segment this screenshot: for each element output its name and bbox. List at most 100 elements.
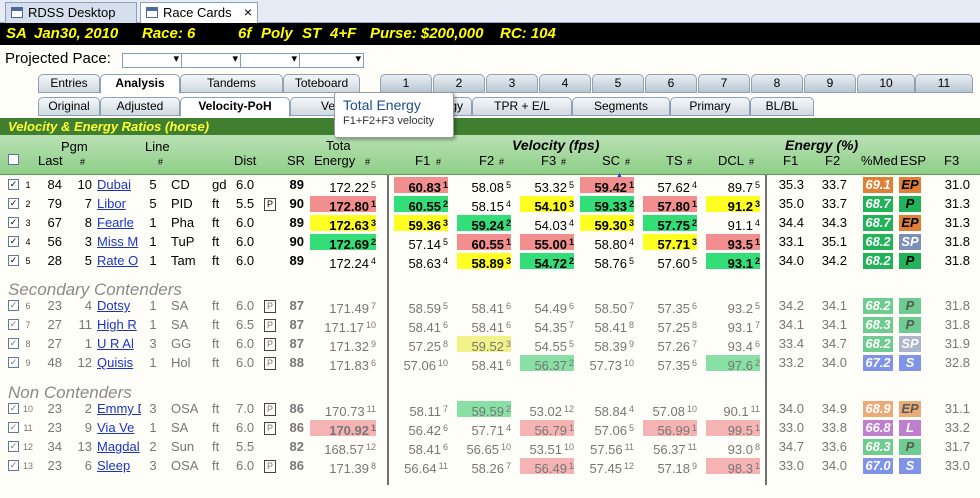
table-row[interactable]: ✓ 1 84 10 Dubai 5 CD gd 6.0 89 172.22 5 60.83 1 58.08 5…: [0, 176, 980, 195]
select-all-checkbox[interactable]: [8, 154, 19, 165]
tab-rdss-desktop[interactable]: RDSS Desktop: [5, 2, 137, 23]
row-checkbox[interactable]: ✓: [8, 338, 19, 349]
horse-name-link[interactable]: Via Ve: [97, 420, 141, 436]
med-cell: 68.3: [862, 317, 894, 333]
horse-name-link[interactable]: Fearle: [97, 215, 141, 231]
table-row[interactable]: ✓ 4 56 3 Miss M 1 TuP ft 6.0 90 172.69 2 57.14 5 60.55…: [0, 233, 980, 252]
tab-segments[interactable]: Segments: [572, 97, 670, 116]
row-checkbox[interactable]: ✓: [8, 403, 19, 414]
table-row[interactable]: ✓ 7 27 11 High R 1 SA ft 6.5 P 87 171.17 10 58.41 6 58.…: [0, 316, 980, 335]
tab-race-4[interactable]: 4: [539, 74, 591, 93]
row-checkbox[interactable]: ✓: [8, 300, 19, 311]
energy-f3-cell: 31.8: [938, 253, 970, 269]
cell-dist: 6.0: [236, 458, 255, 473]
rank: 11: [624, 442, 634, 452]
tab-race-5[interactable]: 5: [592, 74, 644, 93]
tab-tpr-el[interactable]: TPR + E/L: [472, 97, 572, 116]
tab-analysis[interactable]: Analysis: [100, 74, 180, 94]
med-value: 67.0: [863, 458, 893, 474]
tab-velocity-poh[interactable]: Velocity-PoH: [180, 97, 290, 117]
horse-name-link[interactable]: Libor: [97, 196, 141, 212]
horse-name-link[interactable]: Dubai: [97, 177, 141, 193]
tab-race-2[interactable]: 2: [433, 74, 485, 93]
table-row[interactable]: ✓ 5 28 5 Rate O 1 Tam ft 6.0 89 172.24 4 58.63 4 58.89…: [0, 252, 980, 271]
projected-pace-label: Projected Pace:: [5, 50, 111, 67]
horse-name-link[interactable]: Emmy D: [97, 401, 141, 417]
med-cell: 68.3: [862, 439, 894, 455]
tab-race-1[interactable]: 1: [380, 74, 432, 93]
tab-velocity-energy[interactable]: Ve: [290, 97, 340, 116]
horse-name-link[interactable]: High R: [97, 317, 141, 333]
row-checkbox[interactable]: ✓: [8, 236, 19, 247]
tab-race-10[interactable]: 10: [857, 74, 915, 93]
tab-toteboard[interactable]: Toteboard: [283, 74, 360, 93]
tab-race-6[interactable]: 6: [645, 74, 697, 93]
cell-line: 1: [149, 317, 157, 332]
track-cell: CD: [171, 177, 201, 193]
table-row[interactable]: ✓ 12 34 13 Magdal 2 Sun ft 5.5 82 168.57 12 58.41 6 56…: [0, 438, 980, 457]
row-checkbox[interactable]: ✓: [8, 319, 19, 330]
dcl-cell: 98.3 1: [706, 458, 760, 476]
row-checkbox[interactable]: ✓: [8, 460, 19, 471]
table-row[interactable]: ✓ 8 27 1 U R Al 3 GG ft 6.0 P 87 171.32 9 57.25 8 59.52…: [0, 335, 980, 354]
horse-name-link[interactable]: Dotsy: [97, 298, 141, 314]
table-row[interactable]: ✓ 11 23 9 Via Ve 1 SA ft 6.0 P 86 170.92 1 56.42 6 57.7…: [0, 419, 980, 438]
tab-race-11[interactable]: 11: [915, 74, 973, 93]
tab-bl-bl[interactable]: BL/BL: [750, 97, 814, 116]
cell-ts: 57.75: [657, 218, 690, 233]
pgm-cell: 6: [70, 458, 92, 474]
horse-name-link[interactable]: Quisis: [97, 355, 141, 371]
med-value: 68.7: [863, 215, 893, 231]
track-cell: OSA: [171, 401, 201, 417]
tab-race-3[interactable]: 3: [486, 74, 538, 93]
horse-name-link[interactable]: U R Al: [97, 336, 141, 352]
pace-dropdown-4[interactable]: [299, 52, 364, 68]
row-checkbox[interactable]: ✓: [8, 441, 19, 452]
cell-e2: 34.7: [821, 336, 847, 351]
dcl-cell: 93.1 7: [706, 317, 760, 335]
tab-tandems[interactable]: Tandems: [180, 74, 283, 93]
cell-name: Sleep: [97, 458, 131, 473]
last-cell: 56: [36, 234, 62, 250]
cell-e2: 34.3: [821, 215, 847, 230]
cell-pgm: 3: [84, 234, 92, 249]
tab-entries[interactable]: Entries: [38, 74, 100, 93]
f2-cell: 58.15 4: [457, 196, 511, 214]
pace-dropdown-3[interactable]: [240, 52, 300, 68]
dcl-cell: 91.1 4: [706, 215, 760, 233]
horse-name-link[interactable]: Magdal: [97, 439, 141, 455]
tab-race-9[interactable]: 9: [804, 74, 856, 93]
cond-cell: ft: [212, 439, 230, 455]
track-cell: Pha: [171, 215, 201, 231]
row-number: 3: [20, 215, 36, 231]
table-row[interactable]: ✓10232Emmy D3OSAft7.0P86170.731158.11759…: [0, 400, 980, 419]
tab-adjusted[interactable]: Adjusted: [100, 97, 180, 116]
rank: 3: [442, 218, 448, 228]
cell-sc: 59.30: [594, 218, 627, 233]
table-row[interactable]: ✓ 2 79 7 Libor 5 PID ft 5.5 P 90 172.80 1 60.55 2 58.15…: [0, 195, 980, 214]
table-row[interactable]: ✓ 3 67 8 Fearle 1 Pha ft 6.0 89 172.63 3 59.36 3 59.24…: [0, 214, 980, 233]
f1-cell: 60.83 1: [394, 177, 448, 195]
close-icon[interactable]: ×: [244, 3, 252, 22]
horse-name-link[interactable]: Miss M: [97, 234, 141, 250]
horse-name-link[interactable]: Rate O: [97, 253, 141, 269]
row-checkbox[interactable]: ✓: [8, 198, 19, 209]
tab-race-cards[interactable]: Race Cards ×: [140, 2, 258, 24]
pace-dropdown-1[interactable]: [122, 52, 182, 68]
row-checkbox[interactable]: ✓: [8, 255, 19, 266]
tab-original[interactable]: Original: [38, 97, 100, 116]
row-checkbox[interactable]: ✓: [8, 217, 19, 228]
tab-race-8[interactable]: 8: [751, 74, 803, 93]
energy-f1-cell: 34.0: [772, 253, 804, 269]
cell-e2: 34.1: [821, 298, 847, 313]
horse-name-link[interactable]: Sleep: [97, 458, 141, 474]
table-row[interactable]: ✓ 9 48 12 Quisis 1 Hol ft 6.0 P 88 171.83 6 57.06 10 58…: [0, 354, 980, 373]
row-checkbox[interactable]: ✓: [8, 179, 19, 190]
pace-dropdown-2[interactable]: [181, 52, 241, 68]
cell-pgm: 8: [84, 215, 92, 230]
tab-primary[interactable]: Primary: [670, 97, 750, 116]
row-checkbox[interactable]: ✓: [8, 357, 19, 368]
table-row[interactable]: ✓ 13 23 6 Sleep 3 OSA ft 6.0 P 86 171.39 8 56.64 11 58.…: [0, 457, 980, 476]
row-checkbox[interactable]: ✓: [8, 422, 19, 433]
tab-race-7[interactable]: 7: [698, 74, 750, 93]
